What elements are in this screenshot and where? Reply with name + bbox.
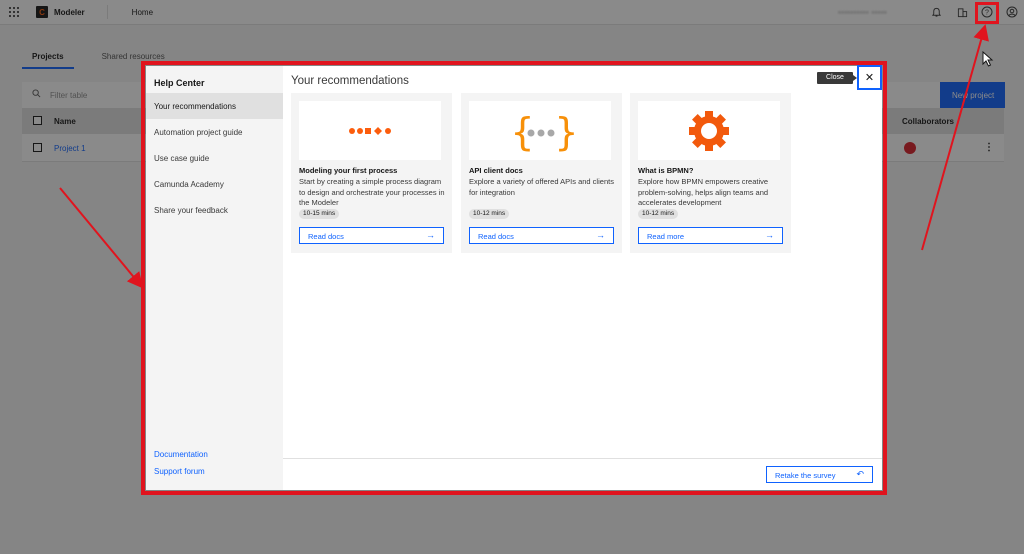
arrow-to-modal <box>59 187 144 289</box>
arrow-to-help-icon <box>921 24 989 251</box>
annotation-arrows <box>59 24 989 289</box>
mouse-cursor-icon <box>982 51 994 67</box>
